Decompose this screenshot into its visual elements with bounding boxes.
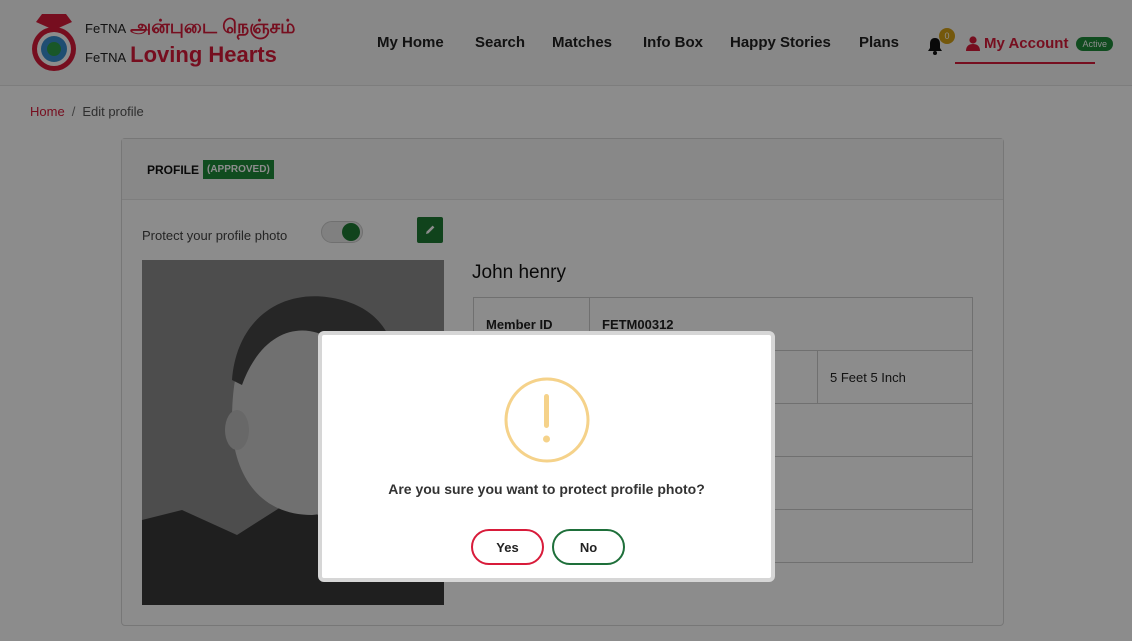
no-button[interactable]: No	[552, 529, 625, 565]
warning-icon	[504, 377, 590, 463]
dialog-message: Are you sure you want to protect profile…	[388, 481, 705, 497]
confirm-dialog: Are you sure you want to protect profile…	[318, 331, 775, 582]
yes-button[interactable]: Yes	[471, 529, 544, 565]
